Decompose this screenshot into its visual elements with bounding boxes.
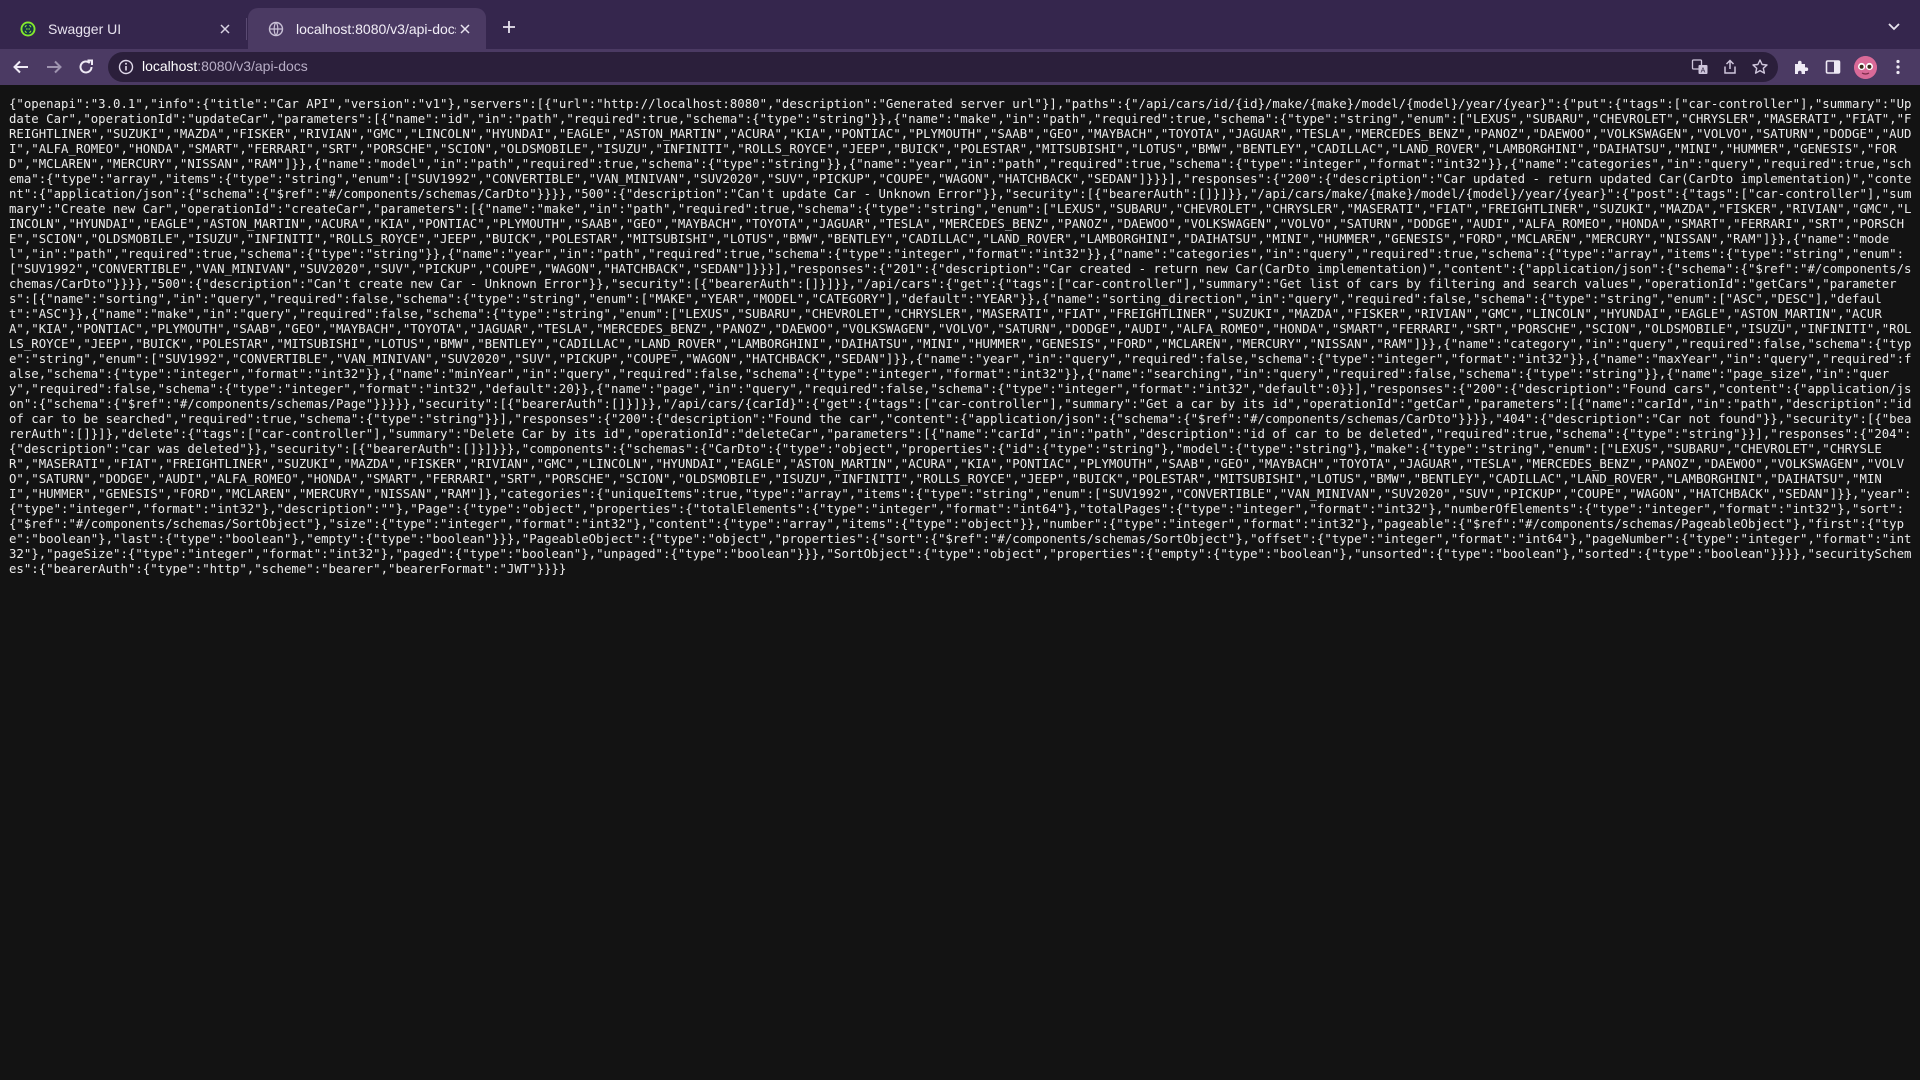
url-host: localhost (142, 58, 198, 74)
side-panel-icon[interactable] (1821, 55, 1845, 79)
new-tab-icon[interactable] (496, 14, 522, 40)
chevron-down-icon[interactable] (1882, 14, 1906, 38)
url-path: :8080/v3/api-docs (197, 58, 308, 74)
share-icon[interactable] (1720, 57, 1740, 77)
url-text: localhost:8080/v3/api-docs (142, 58, 308, 74)
translate-icon[interactable]: A (1690, 57, 1710, 77)
raw-json-text: {"openapi":"3.0.1","info":{"title":"Car … (9, 97, 1919, 576)
tab-swagger-ui[interactable]: Swagger UI (0, 8, 246, 49)
close-icon[interactable] (216, 20, 234, 38)
tab-strip: Swagger UI localhost:8080/v3/api-docs (0, 0, 1920, 49)
page-content: {"openapi":"3.0.1","info":{"title":"Car … (0, 85, 1920, 1080)
tab-title: Swagger UI (48, 20, 122, 37)
tab-separator (246, 18, 247, 40)
kebab-menu-icon[interactable] (1886, 55, 1910, 79)
browser-toolbar: localhost:8080/v3/api-docs A (0, 49, 1920, 85)
extensions-puzzle-icon[interactable] (1789, 55, 1813, 79)
address-bar[interactable]: localhost:8080/v3/api-docs A (108, 52, 1778, 82)
forward-arrow-icon[interactable] (42, 55, 66, 79)
swagger-globe-icon (20, 21, 36, 37)
reload-icon[interactable] (74, 55, 98, 79)
star-icon[interactable] (1750, 57, 1770, 77)
back-arrow-icon[interactable] (9, 55, 33, 79)
globe-icon (268, 21, 284, 37)
close-icon[interactable] (456, 20, 474, 38)
tab-api-docs[interactable]: localhost:8080/v3/api-docs (248, 8, 486, 49)
profile-avatar[interactable] (1854, 56, 1877, 79)
info-icon[interactable] (118, 59, 134, 75)
svg-text:A: A (1701, 68, 1706, 75)
tab-title: localhost:8080/v3/api-docs (296, 20, 456, 37)
